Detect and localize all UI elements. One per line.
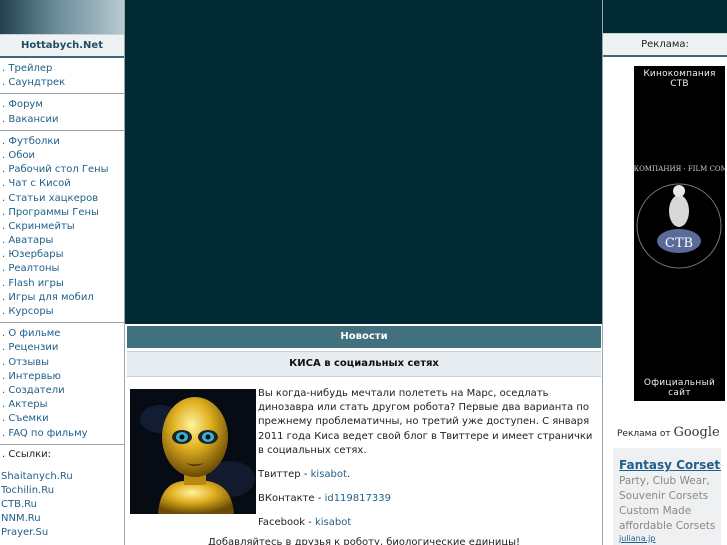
site-logo[interactable]	[0, 0, 124, 34]
left-sidebar: Hottabych.Net . Трейлер. Саундтрек. Фору…	[0, 0, 125, 545]
ad-title[interactable]: Fantasy Corsets	[613, 448, 721, 472]
nav-item[interactable]: . Съемки	[0, 412, 124, 426]
article-body: Вы когда-нибудь мечтали полететь на Марс…	[258, 387, 598, 541]
ctb-logo-text: СТВ	[665, 236, 693, 251]
nav-item[interactable]: . Вакансии	[0, 113, 124, 127]
nav-item[interactable]: . Создатели	[0, 384, 124, 398]
external-link[interactable]: Prayer.Su	[0, 526, 124, 540]
ctb-ring-text: КИНОКОМПАНИЯ · FILM COMPANY	[634, 165, 725, 173]
nav-item[interactable]: . Рецензии	[0, 341, 124, 355]
nav-group: . О фильме. Рецензии. Отзывы. Интервью. …	[0, 323, 124, 445]
links-heading: . Ссылки:	[2, 448, 52, 460]
google-brand: Google	[673, 425, 720, 440]
nav-item[interactable]: . Актеры	[0, 398, 124, 412]
nav-item[interactable]: . Чат с Кисой	[0, 177, 124, 191]
external-link[interactable]: Tochilin.Ru	[0, 484, 124, 498]
nav-item[interactable]: . О фильме	[0, 327, 124, 341]
vk-label: ВКонтакте -	[258, 493, 322, 505]
google-prefix: Реклама от	[617, 429, 671, 439]
twitter-link[interactable]: kisabot	[311, 469, 347, 480]
ad-url[interactable]: juliana.jp	[613, 534, 721, 543]
right-banner	[603, 0, 727, 33]
news-article: КИСА в социальных сетях Вы когда-нибудь …	[127, 351, 601, 545]
top-banner	[125, 0, 602, 324]
external-links: Shaitanych.Ru Tochilin.Ru CTB.Ru NNM.Ru Pray…	[0, 462, 124, 540]
article-title: КИСА в социальных сетях	[127, 351, 601, 377]
vk-link[interactable]: id119817339	[325, 493, 391, 504]
nav-item[interactable]: . Программы Гены	[0, 206, 124, 220]
nav-item[interactable]: . Саундтрек	[0, 76, 124, 90]
nav-item[interactable]: . FAQ по фильму	[0, 427, 124, 441]
external-link[interactable]: CTB.Ru	[0, 498, 124, 512]
nav-item[interactable]: . Игры для мобил	[0, 291, 124, 305]
nav-group: . Футболки. Обои. Рабочий стол Гены. Чат…	[0, 131, 124, 324]
news-section-title: Новости	[127, 326, 601, 348]
nav-item[interactable]: . Курсоры	[0, 305, 124, 319]
nav-item[interactable]: . Flash игры	[0, 277, 124, 291]
right-sidebar: Реклама: Кинокомпания СТВ КИНОКОМПАНИЯ ·…	[602, 0, 727, 545]
ctb-emblem-icon: КИНОКОМПАНИЯ · FILM COMPANY СТВ	[634, 165, 725, 269]
vk-line: ВКонтакте - id119817339	[258, 492, 598, 506]
ctb-bottom-text: Официальный сайт	[643, 378, 716, 398]
nav-item[interactable]: . Рабочий стол Гены	[0, 163, 124, 177]
nav-item[interactable]: . Статьи хацкеров	[0, 192, 124, 206]
ads-heading: Реклама:	[603, 33, 727, 57]
external-link[interactable]: Shaitanych.Ru	[0, 470, 124, 484]
nav-item[interactable]: . Трейлер	[0, 62, 124, 76]
ctb-top-text: Кинокомпания СТВ	[643, 69, 716, 89]
nav-item[interactable]: . Юзербары	[0, 248, 124, 262]
twitter-line: Твиттер - kisabot.	[258, 469, 351, 481]
facebook-line: Facebook - kisabot	[258, 516, 598, 530]
ad-body: Party, Club Wear, Souvenir Corsets Custo…	[619, 475, 716, 532]
nav-group: . Форум. Вакансии	[0, 94, 124, 131]
article-intro: Вы когда-нибудь мечтали полететь на Марс…	[258, 388, 593, 456]
facebook-link[interactable]: kisabot	[315, 517, 351, 528]
nav-item[interactable]: . Обои	[0, 149, 124, 163]
twitter-label: Твиттер -	[258, 469, 308, 481]
text-ad[interactable]: Fantasy Corsets Party, Club Wear, Souven…	[613, 448, 721, 545]
facebook-label: Facebook -	[258, 517, 312, 529]
ctb-ad-banner[interactable]: Кинокомпания СТВ КИНОКОМПАНИЯ · FILM COM…	[634, 66, 725, 401]
nav-item[interactable]: . Скринмейты	[0, 220, 124, 234]
nav-groups: . Трейлер. Саундтрек. Форум. Вакансии. Ф…	[0, 58, 124, 445]
nav-item[interactable]: . Аватары	[0, 234, 124, 248]
robot-kisa-image	[130, 389, 256, 514]
nav-item[interactable]: . Интервью	[0, 370, 124, 384]
site-name[interactable]: Hottabych.Net	[0, 34, 124, 58]
nav-group: . Трейлер. Саундтрек	[0, 58, 124, 95]
nav-item[interactable]: . Отзывы	[0, 356, 124, 370]
article-footer: Добавляйтесь в друзья к роботу, биологич…	[207, 537, 521, 545]
external-link[interactable]: NNM.Ru	[0, 512, 124, 526]
nav-item[interactable]: . Футболки	[0, 135, 124, 149]
google-ads-label[interactable]: Реклама от Google	[617, 425, 720, 440]
nav-item[interactable]: . Реалтоны	[0, 262, 124, 276]
nav-item[interactable]: . Форум	[0, 98, 124, 112]
